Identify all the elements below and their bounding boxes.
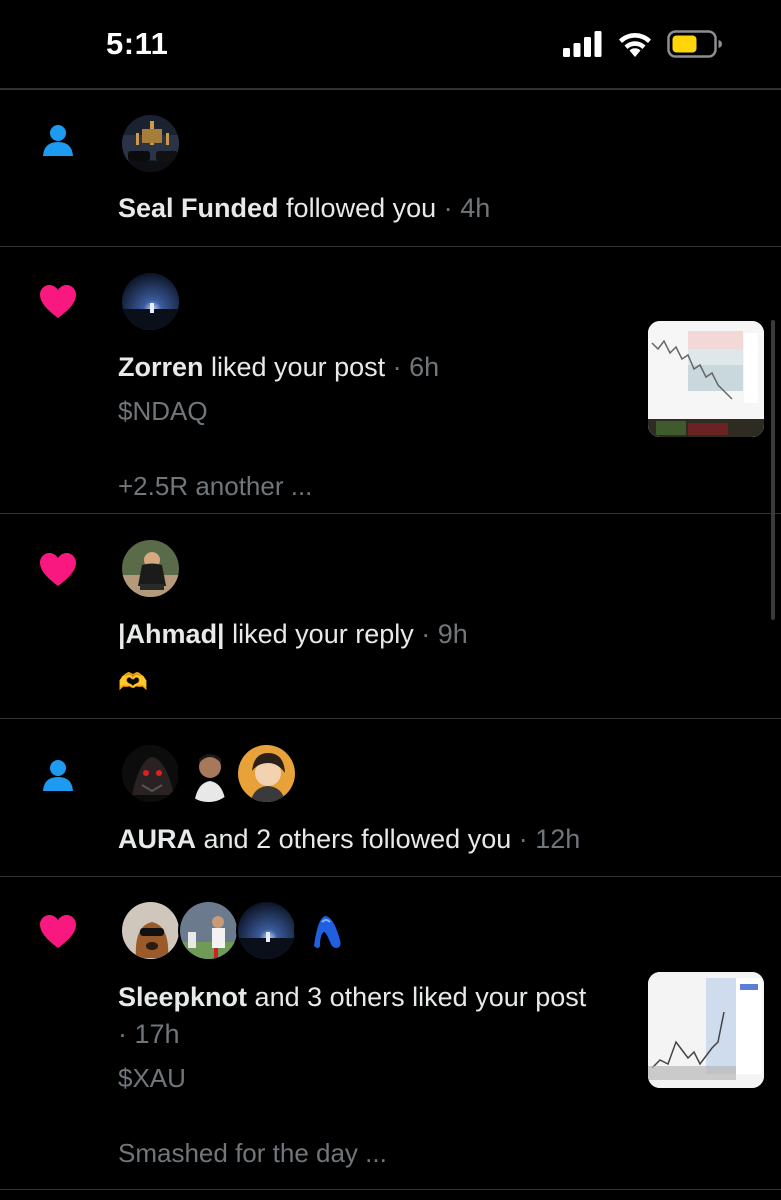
scrollbar[interactable] xyxy=(771,320,775,620)
separator: · xyxy=(518,824,528,854)
separator: · xyxy=(443,193,453,223)
avatar[interactable] xyxy=(294,900,355,961)
post-ticker: $XAU xyxy=(118,1063,186,1093)
avatar[interactable] xyxy=(120,538,181,599)
heart-icon xyxy=(40,285,76,318)
heart-icon xyxy=(38,440,78,480)
actor-name[interactable]: Sleepknot xyxy=(118,982,247,1012)
avatar[interactable] xyxy=(178,743,239,804)
post-ticker: $NDAQ xyxy=(118,396,208,426)
person-icon xyxy=(43,760,73,791)
notification-item[interactable]: Seal Funded followed you · 4h xyxy=(0,90,781,247)
avatar-group xyxy=(120,113,181,174)
actor-name[interactable]: AURA xyxy=(118,824,196,854)
avatar[interactable] xyxy=(120,113,181,174)
notification-text: Sleepknot and 3 others liked your post ·… xyxy=(118,979,588,1053)
post-thumbnail[interactable] xyxy=(648,972,764,1088)
battery-icon xyxy=(667,30,722,58)
post-thumbnail[interactable] xyxy=(648,321,764,437)
timestamp: 12h xyxy=(535,824,581,854)
notification-text: Zorren liked your post · 6h xyxy=(118,349,439,386)
avatar-group xyxy=(120,538,181,599)
avatar[interactable] xyxy=(236,900,297,961)
timestamp: 4h xyxy=(460,193,491,223)
actor-name[interactable]: Seal Funded xyxy=(118,193,279,223)
action-text: and 2 others followed you xyxy=(203,824,512,854)
timestamp: 9h xyxy=(437,619,468,649)
avatar-group xyxy=(120,743,297,804)
action-text-continued: post xyxy=(535,982,587,1012)
person-icon xyxy=(43,125,73,156)
notification-text: |Ahmad| liked your reply · 9h xyxy=(118,616,468,653)
timestamp: 6h xyxy=(409,352,440,382)
notification-text: Seal Funded followed you · 4h xyxy=(118,190,490,227)
status-time: 5:11 xyxy=(106,26,169,61)
separator: · xyxy=(421,619,431,649)
wifi-icon xyxy=(619,33,651,57)
avatar[interactable] xyxy=(120,743,181,804)
heart-icon xyxy=(40,915,76,948)
separator: · xyxy=(392,352,402,382)
action-text: and 3 others liked your xyxy=(254,982,528,1012)
action-text: liked your post xyxy=(211,352,386,382)
cellular-signal-icon xyxy=(563,31,602,57)
status-bar: 5:11 xyxy=(0,0,781,88)
avatar[interactable] xyxy=(120,900,181,961)
notification-text: AURA and 2 others followed you · 12h xyxy=(118,821,580,858)
avatar[interactable] xyxy=(236,743,297,804)
action-text: liked your reply xyxy=(232,619,414,649)
action-text: followed you xyxy=(286,193,437,223)
avatar[interactable] xyxy=(178,900,239,961)
actor-name[interactable]: Zorren xyxy=(118,352,204,382)
avatar-group xyxy=(120,900,355,961)
status-icons xyxy=(563,30,723,58)
post-snippet: +2.5R another ... xyxy=(118,471,313,501)
avatar-group xyxy=(120,271,181,332)
timestamp: 17h xyxy=(134,1019,180,1049)
avatar[interactable] xyxy=(120,271,181,332)
separator: · xyxy=(118,1019,127,1049)
actor-name[interactable]: |Ahmad| xyxy=(118,619,225,649)
reply-emoji: 🫶 xyxy=(118,669,148,696)
heart-icon xyxy=(40,553,76,586)
post-snippet: Smashed for the day ... xyxy=(118,1138,387,1168)
